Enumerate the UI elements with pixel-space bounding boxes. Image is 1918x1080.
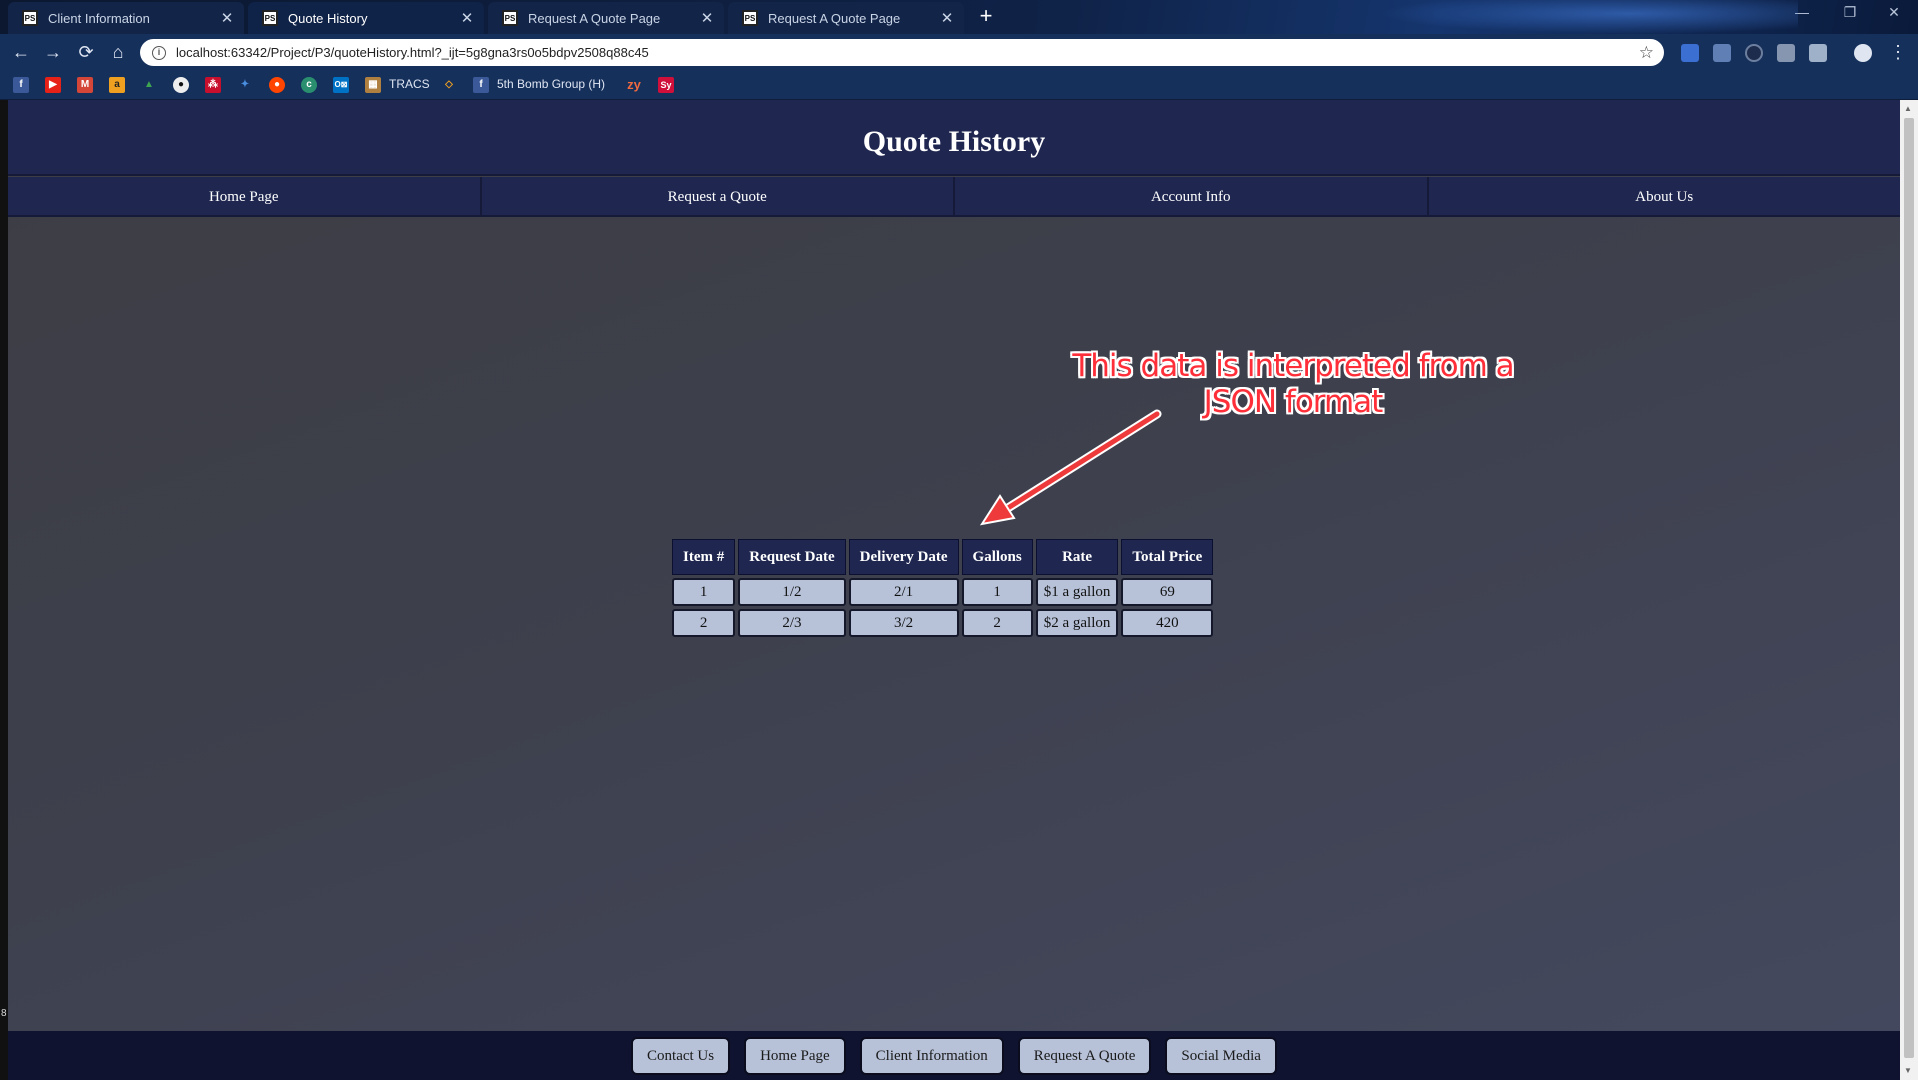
tab-title: Request A Quote Page bbox=[528, 10, 661, 26]
minimize-icon[interactable]: — bbox=[1782, 4, 1822, 20]
window-close-icon[interactable]: ✕ bbox=[1874, 4, 1914, 21]
col-delivery-date: Delivery Date bbox=[848, 539, 959, 575]
tab-request-quote-2[interactable]: PS Request A Quote Page ✕ bbox=[728, 2, 964, 34]
col-gallons: Gallons bbox=[961, 539, 1033, 575]
home-icon[interactable]: ⌂ bbox=[106, 40, 130, 64]
facebook-icon[interactable]: f bbox=[13, 77, 29, 93]
cell-gallons: 2 bbox=[961, 609, 1033, 637]
forward-arrow-icon[interactable]: → bbox=[41, 40, 65, 64]
tab-client-information[interactable]: PS Client Information ✕ bbox=[8, 2, 244, 34]
table-header-row: Item # Request Date Delivery Date Gallon… bbox=[672, 539, 1214, 575]
chat-extension-icon[interactable] bbox=[1777, 44, 1795, 62]
address-bar[interactable]: i localhost:63342/Project/P3/quoteHistor… bbox=[140, 39, 1664, 66]
tracs-icon[interactable]: ▦ bbox=[365, 77, 381, 93]
site-info-icon[interactable]: i bbox=[152, 45, 166, 60]
table-row: 2 2/3 3/2 2 $2 a gallon 420 bbox=[672, 609, 1214, 637]
request-a-quote-button[interactable]: Request A Quote bbox=[1017, 1036, 1152, 1075]
record-extension-icon[interactable] bbox=[1745, 44, 1763, 62]
col-total-price: Total Price bbox=[1121, 539, 1214, 575]
phpstorm-icon: PS bbox=[502, 10, 518, 26]
photo-extension-icon[interactable] bbox=[1809, 44, 1827, 62]
cell-rate: $1 a gallon bbox=[1035, 578, 1119, 606]
page-footer: Contact Us Home Page Client Information … bbox=[8, 1031, 1900, 1080]
cell-item-number: 1 bbox=[672, 578, 736, 606]
phpstorm-icon: PS bbox=[22, 10, 38, 26]
tab-title: Client Information bbox=[48, 10, 150, 26]
cell-delivery-date: 2/1 bbox=[848, 578, 959, 606]
close-icon[interactable]: ✕ bbox=[456, 9, 478, 27]
contact-us-button[interactable]: Contact Us bbox=[631, 1036, 731, 1075]
cell-total-price: 420 bbox=[1121, 609, 1214, 637]
reload-icon[interactable]: ⟳ bbox=[74, 40, 98, 64]
translate-extension-icon[interactable] bbox=[1681, 44, 1699, 62]
col-item-number: Item # bbox=[672, 539, 736, 575]
home-page-button[interactable]: Home Page bbox=[744, 1036, 846, 1075]
bookmark-diamond-icon[interactable]: ◇ bbox=[441, 77, 457, 93]
tab-strip: PS Client Information ✕ PS Quote History… bbox=[0, 0, 1918, 34]
facebook-icon[interactable]: f bbox=[473, 77, 489, 93]
amazon-icon[interactable]: a bbox=[109, 77, 125, 93]
bookmark-red-icon[interactable]: ⁂ bbox=[205, 77, 221, 93]
github-icon[interactable]: ● bbox=[173, 77, 189, 93]
back-arrow-icon[interactable]: ← bbox=[9, 40, 33, 64]
cell-total-price: 69 bbox=[1121, 578, 1214, 606]
gmail-icon[interactable]: M bbox=[77, 77, 93, 93]
scrollbar-thumb[interactable] bbox=[1904, 118, 1914, 1058]
scroll-down-icon[interactable]: ▼ bbox=[1904, 1066, 1912, 1075]
client-information-button[interactable]: Client Information bbox=[859, 1036, 1004, 1075]
phpstorm-icon: PS bbox=[742, 10, 758, 26]
zybooks-icon[interactable]: zy bbox=[626, 77, 642, 93]
bookmark-star-icon[interactable]: ☆ bbox=[1639, 43, 1654, 63]
left-edge: 8 bbox=[0, 100, 8, 1080]
table-row: 1 1/2 2/1 1 $1 a gallon 69 bbox=[672, 578, 1214, 606]
profile-extension-icon[interactable] bbox=[1854, 44, 1872, 62]
bookmarks-bar: f ▶ M a ▲ ● ⁂ ✦ ● c O⊠ ▦ TRACS ◇ f 5th B… bbox=[0, 70, 1918, 100]
vertical-scrollbar[interactable]: ▲ ▼ bbox=[1900, 100, 1918, 1080]
menu-kebab-icon[interactable]: ⋮ bbox=[1886, 40, 1910, 64]
tab-quote-history[interactable]: PS Quote History ✕ bbox=[248, 2, 484, 34]
cell-item-number: 2 bbox=[672, 609, 736, 637]
cell-rate: $2 a gallon bbox=[1035, 609, 1119, 637]
google-drive-icon[interactable]: ▲ bbox=[141, 77, 157, 93]
url-text: localhost:63342/Project/P3/quoteHistory.… bbox=[176, 45, 649, 60]
bookmark-green-icon[interactable]: c bbox=[301, 77, 317, 93]
symbolab-icon[interactable]: Sy bbox=[658, 77, 674, 93]
page-viewport: Quote History Home Page Request a Quote … bbox=[8, 100, 1900, 1080]
bookmark-5th-bomb-group[interactable]: 5th Bomb Group (H) bbox=[497, 77, 605, 91]
download-extension-icon[interactable] bbox=[1713, 44, 1731, 62]
youtube-icon[interactable]: ▶ bbox=[45, 77, 61, 93]
scroll-up-icon[interactable]: ▲ bbox=[1904, 104, 1912, 113]
browser-toolbar: ← → ⟳ ⌂ i localhost:63342/Project/P3/quo… bbox=[0, 34, 1918, 70]
cell-gallons: 1 bbox=[961, 578, 1033, 606]
tab-title: Quote History bbox=[288, 10, 368, 26]
side-marker: 8 bbox=[1, 1008, 7, 1019]
tab-request-quote-1[interactable]: PS Request A Quote Page ✕ bbox=[488, 2, 724, 34]
phpstorm-icon: PS bbox=[262, 10, 278, 26]
close-icon[interactable]: ✕ bbox=[696, 9, 718, 27]
close-icon[interactable]: ✕ bbox=[216, 9, 238, 27]
close-icon[interactable]: ✕ bbox=[936, 9, 958, 27]
cell-request-date: 2/3 bbox=[738, 609, 846, 637]
cell-request-date: 1/2 bbox=[738, 578, 846, 606]
restore-icon[interactable]: ❐ bbox=[1830, 4, 1870, 21]
new-tab-plus-icon[interactable]: + bbox=[973, 5, 999, 28]
col-rate: Rate bbox=[1035, 539, 1119, 575]
reddit-icon[interactable]: ● bbox=[269, 77, 285, 93]
col-request-date: Request Date bbox=[738, 539, 846, 575]
quote-history-table: Item # Request Date Delivery Date Gallon… bbox=[669, 536, 1216, 640]
tab-title: Request A Quote Page bbox=[768, 10, 901, 26]
bookmark-tracs[interactable]: TRACS bbox=[389, 77, 430, 91]
cell-delivery-date: 3/2 bbox=[848, 609, 959, 637]
outlook-icon[interactable]: O⊠ bbox=[333, 77, 349, 93]
bookmark-blue-icon[interactable]: ✦ bbox=[237, 77, 253, 93]
social-media-button[interactable]: Social Media bbox=[1165, 1036, 1277, 1075]
